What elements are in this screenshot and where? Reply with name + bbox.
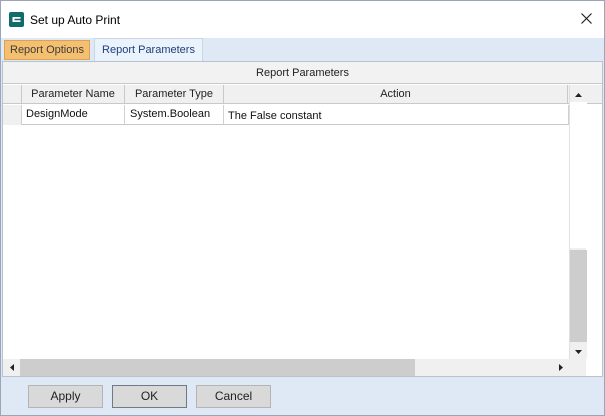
vertical-scrollbar[interactable] xyxy=(569,85,587,359)
cell-parameter-type[interactable]: System.Boolean xyxy=(125,105,224,125)
auto-print-dialog: Set up Auto Print Report Options Report … xyxy=(0,0,605,416)
scroll-up-button[interactable] xyxy=(570,85,587,102)
tab-strip: Report Options Report Parameters xyxy=(1,38,604,61)
title-bar: Set up Auto Print xyxy=(1,1,604,38)
close-icon xyxy=(580,13,592,27)
grid-caption: Report Parameters xyxy=(3,62,602,84)
vertical-scroll-thumb[interactable] xyxy=(570,250,587,342)
triangle-right-icon xyxy=(558,362,563,374)
report-parameters-panel: Report Parameters Parameter Name Paramet… xyxy=(2,61,603,377)
cell-parameter-name[interactable]: DesignMode xyxy=(22,105,125,125)
apply-button[interactable]: Apply xyxy=(28,385,103,408)
scrollbar-corner xyxy=(569,359,586,376)
horizontal-scrollbar[interactable] xyxy=(3,359,569,376)
column-header-action[interactable]: Action xyxy=(224,85,568,104)
column-header-parameter-type[interactable]: Parameter Type xyxy=(125,85,224,104)
ok-button[interactable]: OK xyxy=(112,385,187,408)
scroll-left-button[interactable] xyxy=(3,359,20,376)
triangle-left-icon xyxy=(9,362,14,374)
scroll-down-button[interactable] xyxy=(570,342,587,359)
scroll-right-button[interactable] xyxy=(552,359,569,376)
entity-logo-icon xyxy=(9,12,24,27)
column-header-parameter-name[interactable]: Parameter Name xyxy=(22,85,125,104)
triangle-down-icon xyxy=(575,345,582,357)
tab-report-options[interactable]: Report Options xyxy=(4,40,90,60)
row-selector-header xyxy=(3,85,22,104)
triangle-up-icon xyxy=(575,88,582,100)
tab-report-parameters[interactable]: Report Parameters xyxy=(94,38,203,61)
cancel-button[interactable]: Cancel xyxy=(196,385,271,408)
horizontal-scroll-thumb[interactable] xyxy=(20,359,415,376)
window-title: Set up Auto Print xyxy=(30,13,121,27)
row-selector[interactable] xyxy=(3,105,22,125)
close-button[interactable] xyxy=(571,7,601,33)
cell-action[interactable]: The False constant xyxy=(224,105,569,125)
scroll-track[interactable] xyxy=(570,102,587,248)
table-row[interactable]: DesignMode System.Boolean The False cons… xyxy=(3,105,569,125)
grid-header: Parameter Name Parameter Type Action xyxy=(3,85,602,104)
